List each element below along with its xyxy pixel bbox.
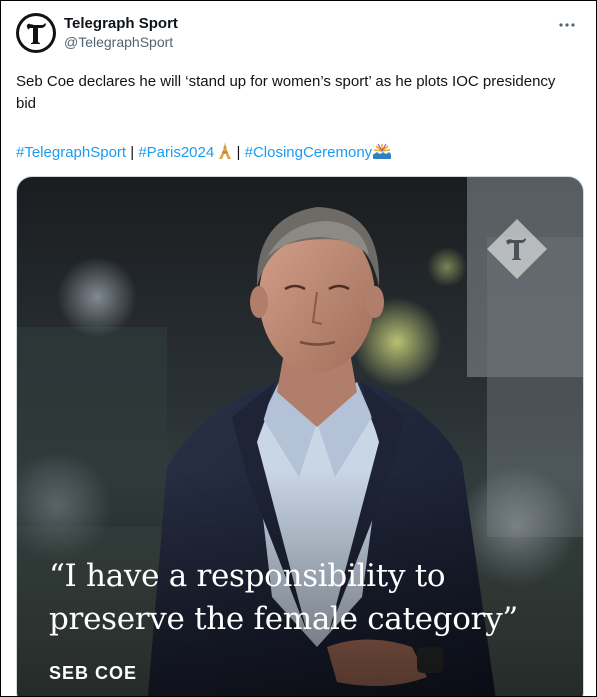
- hashtag-closingceremony[interactable]: #ClosingCeremony: [245, 144, 373, 161]
- fireworks-icon: [372, 142, 392, 160]
- pull-quote: “I have a responsibility to preserve the…: [49, 555, 569, 641]
- hashtag-paris2024[interactable]: #Paris2024: [138, 144, 214, 161]
- author-display-name[interactable]: Telegraph Sport: [64, 14, 178, 33]
- avatar[interactable]: [16, 13, 56, 53]
- separator: |: [126, 144, 139, 161]
- author-handle[interactable]: @TelegraphSport: [64, 33, 178, 52]
- separator: |: [232, 144, 245, 161]
- tweet-media-image[interactable]: “I have a responsibility to preserve the…: [16, 176, 584, 696]
- pull-quote-line-2: preserve the female category”: [49, 601, 518, 637]
- telegraph-t-logo-icon: [19, 16, 53, 50]
- hashtag-line: #TelegraphSport | #Paris2024 | #ClosingC…: [16, 142, 581, 164]
- quote-author: SEB COE: [49, 663, 138, 683]
- tweet-text: Seb Coe declares he will ‘stand up for w…: [16, 73, 556, 112]
- tweet-header: Telegraph Sport @TelegraphSport: [16, 13, 584, 57]
- author-names: Telegraph Sport @TelegraphSport: [64, 14, 178, 52]
- tweet-card: Telegraph Sport @TelegraphSport Seb Coe …: [0, 0, 597, 697]
- eiffel-tower-icon: [218, 142, 232, 160]
- telegraph-diamond-logo-icon: [487, 219, 547, 279]
- pull-quote-line-1: “I have a responsibility to: [49, 558, 446, 594]
- more-button[interactable]: [554, 15, 580, 35]
- more-horizontal-icon: [559, 23, 575, 27]
- hashtag-telegraphsport[interactable]: #TelegraphSport: [16, 144, 126, 161]
